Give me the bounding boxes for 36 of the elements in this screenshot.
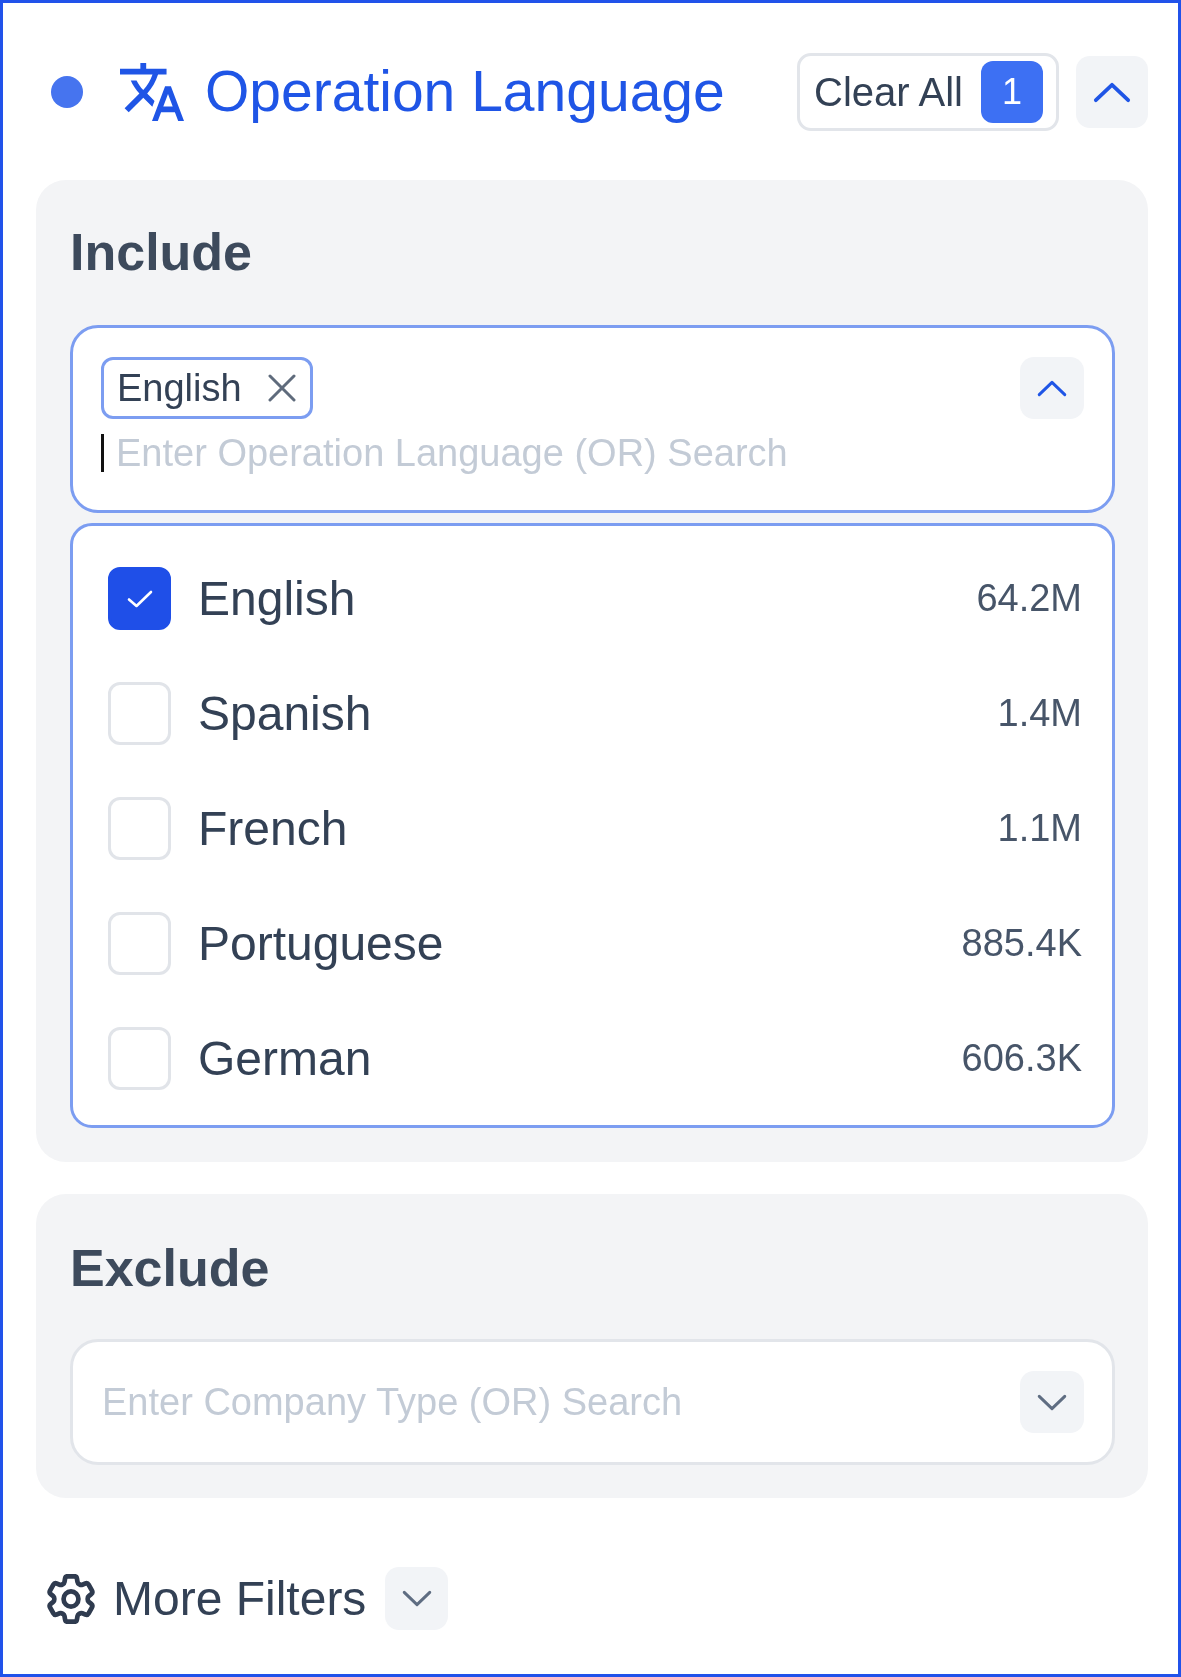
option-label[interactable]: English <box>198 562 356 635</box>
option-count: 64.2M <box>976 576 1082 621</box>
option-count: 885.4K <box>961 921 1082 966</box>
collapse-button[interactable] <box>1076 56 1148 128</box>
option-label[interactable]: Spanish <box>198 677 372 750</box>
clear-all-button[interactable]: Clear All 1 <box>797 53 1059 131</box>
tag-label: English <box>117 369 242 407</box>
chevron-down-icon <box>1037 1393 1067 1411</box>
search-field[interactable]: English Enter Operation Language (OR) Search <box>70 325 1115 513</box>
translate-icon <box>120 63 184 121</box>
search-input[interactable]: Enter Company Type (OR) Search <box>102 1379 1004 1425</box>
option-count: 606.3K <box>961 1036 1082 1081</box>
collapse-button[interactable] <box>1020 357 1084 419</box>
close-icon[interactable] <box>267 374 296 402</box>
option-label[interactable]: French <box>198 792 348 865</box>
checkbox[interactable] <box>108 567 171 630</box>
panel-title: Operation Language <box>205 59 725 125</box>
expand-button[interactable] <box>1020 1371 1084 1433</box>
settings-icon <box>46 1573 96 1624</box>
section-heading: Include <box>70 222 254 283</box>
option-count: 1.4M <box>997 691 1082 736</box>
expand-button[interactable] <box>385 1567 449 1630</box>
chevron-up-icon <box>1093 81 1131 103</box>
search-input[interactable]: Enter Operation Language (OR) Search <box>116 430 1084 476</box>
option-label[interactable]: Portuguese <box>198 907 444 980</box>
chevron-up-icon <box>1037 379 1067 397</box>
section-heading: Exclude <box>70 1238 271 1299</box>
search-field[interactable]: Enter Company Type (OR) Search <box>70 1339 1115 1465</box>
chevron-down-icon <box>401 1590 432 1607</box>
more-filters-label: More Filters <box>113 1570 367 1627</box>
status-dot-icon <box>51 76 83 108</box>
count-badge: 1 <box>981 61 1043 123</box>
option-label[interactable]: German <box>198 1022 372 1095</box>
text-cursor-icon <box>101 434 104 472</box>
check-icon <box>126 589 153 608</box>
option-count: 1.1M <box>997 806 1082 851</box>
